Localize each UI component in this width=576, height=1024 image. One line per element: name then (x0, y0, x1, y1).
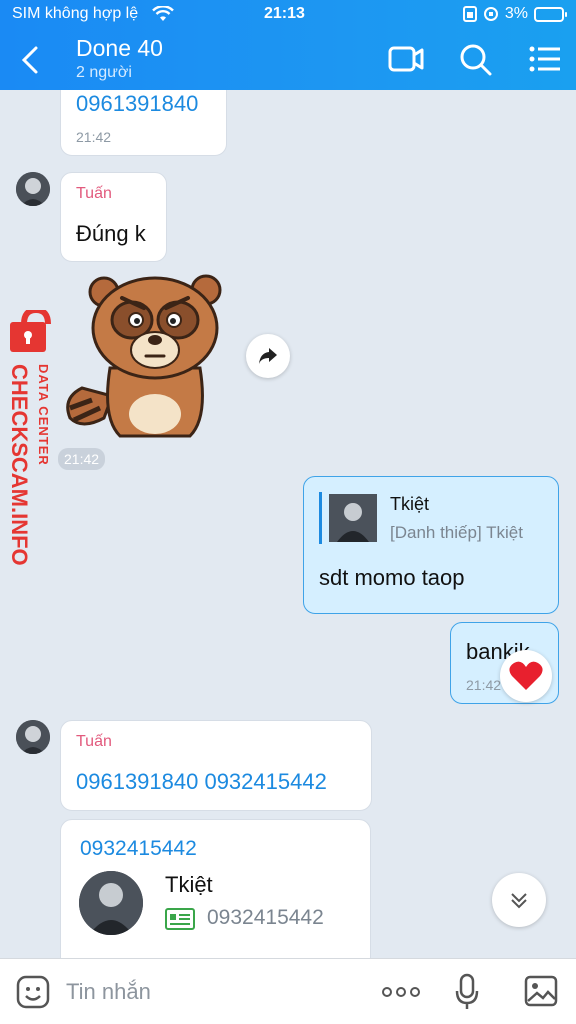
sticker-emoji-icon[interactable] (16, 975, 50, 1009)
quote-preview: [Danh thiếp] Tkiệt (390, 523, 523, 542)
message-list[interactable]: 0961391840 21:42 Tuấn Đúng k 21:42 Tkiệt… (0, 90, 576, 958)
quote-thumbnail (329, 494, 377, 542)
composer-bar: Tin nhắn (0, 958, 576, 1024)
quote-name: Tkiệt (390, 494, 430, 514)
contact-avatar (79, 871, 143, 935)
sender-name: Tuấn (76, 733, 112, 750)
card-phone-link[interactable]: 0932415442 (80, 837, 197, 861)
message-bubble[interactable]: 0961391840 21:42 (60, 90, 227, 156)
watermark-line2: CHECKSCAM.INFO (7, 364, 32, 566)
avatar[interactable] (16, 172, 50, 206)
status-bar: SIM không hợp lệ 21:13 3% (0, 0, 576, 30)
message-time: 21:42 (466, 677, 502, 693)
contact-name: Tkiệt (165, 872, 213, 897)
carrier-label: SIM không hợp lệ (12, 5, 139, 22)
phone-link[interactable]: 0961391840 0932415442 (76, 769, 327, 795)
message-bubble[interactable]: Tuấn Đúng k (60, 172, 167, 262)
clock: 21:13 (264, 5, 305, 22)
more-options-icon[interactable] (382, 987, 420, 997)
microphone-icon[interactable] (455, 973, 479, 1011)
message-time: 21:42 (76, 129, 112, 145)
contact-number: 0932415442 (207, 906, 324, 929)
member-count: 2 người (76, 64, 132, 81)
video-call-icon[interactable] (388, 42, 424, 76)
rotation-lock-icon (483, 7, 498, 21)
message-text: Đúng k (76, 221, 146, 246)
contact-card-icon (165, 908, 195, 930)
lock-watermark-icon (10, 310, 51, 352)
message-bubble[interactable]: Tuấn 0961391840 0932415442 (60, 720, 372, 811)
chat-title[interactable]: Done 40 (76, 35, 163, 62)
chat-header: SIM không hợp lệ 21:13 3% Done 40 2 ngườ… (0, 0, 576, 90)
sim-icon (462, 6, 477, 22)
message-text: sdt momo taop (319, 565, 465, 590)
back-arrow-icon[interactable] (18, 44, 42, 76)
reaction-button[interactable] (500, 650, 552, 702)
image-gallery-icon[interactable] (524, 975, 558, 1007)
sticker-time: 21:42 (58, 448, 106, 470)
heart-icon (509, 661, 543, 690)
search-icon[interactable] (458, 42, 494, 76)
contact-card[interactable]: 0932415442 Tkiệt 0932415442 (60, 819, 371, 958)
forward-button[interactable] (246, 334, 290, 378)
watermark-line1: DATA CENTER (36, 364, 51, 466)
phone-link[interactable]: 0961391840 (76, 91, 198, 117)
double-chevron-down-icon (511, 893, 527, 909)
avatar[interactable] (16, 720, 50, 754)
my-message-bubble[interactable]: Tkiệt [Danh thiếp] Tkiệt sdt momo taop (303, 476, 559, 614)
status-icons: 3% (462, 5, 567, 23)
menu-list-icon[interactable] (528, 42, 564, 76)
forward-arrow-icon (259, 348, 277, 364)
scroll-down-button[interactable] (492, 873, 546, 927)
message-input[interactable]: Tin nhắn (66, 979, 151, 1005)
wifi-icon (152, 6, 174, 21)
battery-percent: 3% (504, 5, 528, 22)
quote-bar (319, 492, 322, 544)
sender-name: Tuấn (76, 185, 112, 202)
battery-icon (534, 6, 567, 22)
raccoon-sticker[interactable] (62, 268, 222, 440)
